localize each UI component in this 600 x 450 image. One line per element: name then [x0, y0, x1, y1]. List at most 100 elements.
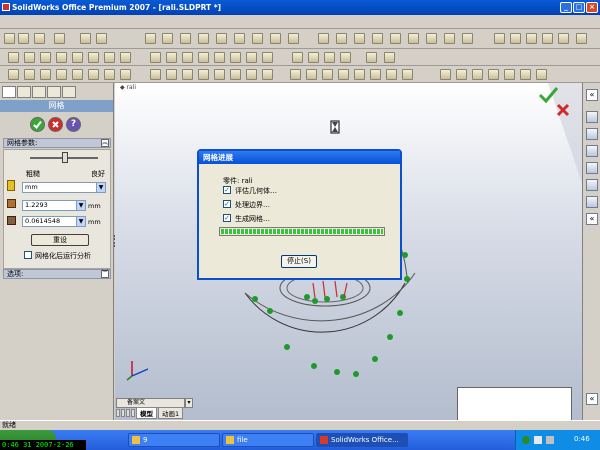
zoom-area-icon[interactable] — [336, 33, 347, 44]
sketch-entity-icon[interactable] — [88, 69, 99, 80]
sketch-tool-icon[interactable] — [230, 52, 241, 63]
tool-icon[interactable] — [504, 69, 515, 80]
shell-icon[interactable] — [234, 33, 245, 44]
tab-feature-manager[interactable] — [2, 86, 16, 98]
wireframe-icon[interactable] — [494, 33, 505, 44]
sketch-tool-icon[interactable] — [308, 52, 319, 63]
sketch-entity-icon[interactable] — [40, 69, 51, 80]
minimize-button[interactable]: _ — [560, 2, 572, 13]
feature-icon[interactable] — [8, 52, 19, 63]
tolerance-field[interactable]: 0.0614548 ▼ — [22, 216, 86, 227]
design-library-icon[interactable] — [586, 128, 598, 140]
tab-property-manager[interactable] — [17, 86, 31, 98]
fillet-icon[interactable] — [198, 33, 209, 44]
sketch-entity-icon[interactable] — [56, 69, 67, 80]
chevron-down-icon[interactable]: ▼ — [76, 201, 85, 210]
undo-icon[interactable] — [80, 33, 91, 44]
zoom-fit-icon[interactable] — [318, 33, 329, 44]
sketch-entity-icon[interactable] — [166, 69, 177, 80]
tool-icon[interactable] — [488, 69, 499, 80]
relation-icon[interactable] — [306, 69, 317, 80]
view-palette-icon[interactable] — [586, 179, 598, 191]
zoom-in-icon[interactable] — [372, 33, 383, 44]
stop-button[interactable]: 停止(S) — [281, 255, 317, 268]
feature-icon[interactable] — [24, 52, 35, 63]
tab-scroll-first[interactable] — [116, 409, 120, 417]
relation-icon[interactable] — [386, 69, 397, 80]
sketch-tool-icon[interactable] — [340, 52, 351, 63]
tab-model[interactable]: 模型 — [136, 407, 157, 419]
reset-button[interactable]: 重设 — [31, 234, 89, 246]
mirror-icon[interactable] — [270, 33, 281, 44]
tray-clock[interactable]: 0:46 — [574, 435, 590, 443]
cancel-button[interactable] — [48, 117, 63, 132]
zoom-out-icon[interactable] — [390, 33, 401, 44]
relation-icon[interactable] — [290, 69, 301, 80]
sketch-entity-icon[interactable] — [150, 69, 161, 80]
open-icon[interactable] — [18, 33, 29, 44]
chevron-down-icon[interactable]: ▼ — [76, 217, 85, 226]
sketch-tool-icon[interactable] — [262, 52, 273, 63]
close-button[interactable]: × — [586, 2, 598, 13]
tab-display-manager[interactable] — [62, 86, 76, 98]
tool-icon[interactable] — [472, 69, 483, 80]
zoom-icon[interactable] — [354, 33, 365, 44]
search-icon[interactable] — [586, 162, 598, 174]
tab-cosmos-manager[interactable] — [47, 86, 61, 98]
tool-icon[interactable] — [456, 69, 467, 80]
feature-icon[interactable] — [40, 52, 51, 63]
hole-icon[interactable] — [288, 33, 299, 44]
display-settings-icon[interactable] — [576, 33, 587, 44]
print-icon[interactable] — [54, 33, 65, 44]
curve-icon[interactable] — [366, 52, 377, 63]
tab-scroll-prev[interactable] — [121, 409, 125, 417]
curve-icon[interactable] — [384, 52, 395, 63]
shaded-edges-icon[interactable] — [526, 33, 537, 44]
sketch-entity-icon[interactable] — [182, 69, 193, 80]
tab-configuration-manager[interactable] — [32, 86, 46, 98]
collapse-arrow-icon[interactable]: « — [586, 213, 598, 225]
expand-bottom-icon[interactable]: « — [586, 393, 598, 405]
options-header[interactable]: 选项: ︾ — [3, 269, 111, 279]
tray-app-icon[interactable] — [546, 436, 554, 444]
sketch-entity-icon[interactable] — [24, 69, 35, 80]
sketch-tool-icon[interactable] — [324, 52, 335, 63]
sketch-icon[interactable] — [145, 33, 156, 44]
volume-icon[interactable] — [534, 436, 542, 444]
revolve-icon[interactable] — [180, 33, 191, 44]
tab-animation[interactable]: 动画1 — [158, 407, 184, 419]
shaded-icon[interactable] — [542, 33, 553, 44]
feature-icon[interactable] — [104, 52, 115, 63]
sketch-tool-icon[interactable] — [150, 52, 161, 63]
sketch-tool-icon[interactable] — [246, 52, 257, 63]
relation-icon[interactable] — [338, 69, 349, 80]
tab-scroll-last[interactable] — [131, 409, 135, 417]
run-analysis-checkbox[interactable] — [24, 251, 32, 259]
file-explorer-icon[interactable] — [586, 145, 598, 157]
help-button[interactable]: ? — [66, 117, 81, 132]
chevron-up-icon[interactable]: ︽ — [101, 139, 109, 147]
new-icon[interactable] — [4, 33, 15, 44]
rotate-icon[interactable] — [408, 33, 419, 44]
save-icon[interactable] — [34, 33, 45, 44]
sketch-tool-icon[interactable] — [214, 52, 225, 63]
tool-icon[interactable] — [440, 69, 451, 80]
view-orientation-icon[interactable] — [462, 33, 473, 44]
relation-icon[interactable] — [370, 69, 381, 80]
pattern-icon[interactable] — [252, 33, 263, 44]
ok-button[interactable] — [30, 117, 45, 132]
sketch-tool-icon[interactable] — [166, 52, 177, 63]
sketch-tool-icon[interactable] — [198, 52, 209, 63]
network-icon[interactable] — [522, 436, 530, 444]
maximize-button[interactable]: □ — [573, 2, 585, 13]
tool-icon[interactable] — [536, 69, 547, 80]
select-icon[interactable] — [96, 33, 107, 44]
tab-scroll-next[interactable] — [126, 409, 130, 417]
relation-icon[interactable] — [354, 69, 365, 80]
shadows-icon[interactable] — [558, 33, 569, 44]
sketch-entity-icon[interactable] — [104, 69, 115, 80]
pan-icon[interactable] — [426, 33, 437, 44]
hidden-lines-icon[interactable] — [510, 33, 521, 44]
feature-icon[interactable] — [120, 52, 131, 63]
feature-icon[interactable] — [88, 52, 99, 63]
